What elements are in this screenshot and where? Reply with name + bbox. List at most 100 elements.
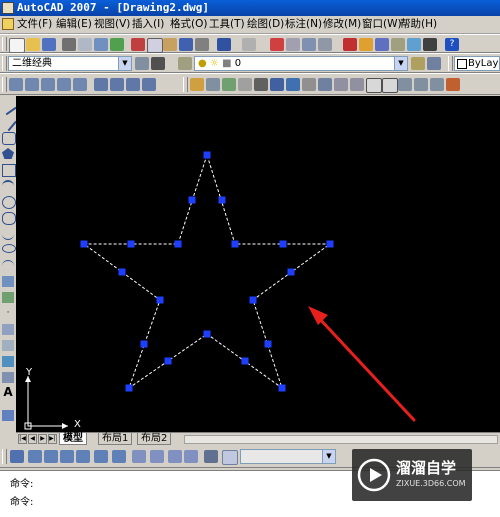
spline-icon[interactable]	[2, 228, 14, 240]
stretch-icon[interactable]	[318, 78, 332, 91]
grip-point[interactable]	[249, 296, 257, 304]
publish-icon[interactable]	[94, 38, 108, 51]
line-icon[interactable]	[0, 97, 17, 116]
menu-window[interactable]: 窗口(W)	[362, 17, 402, 32]
design-center-icon[interactable]	[359, 38, 373, 51]
flat-shaded-icon[interactable]	[60, 450, 74, 463]
zoom-extents-icon[interactable]	[142, 78, 156, 91]
linetype-dropdown[interactable]: ByLayer	[454, 56, 500, 71]
workspace-dropdown[interactable]: 二维经典 ▼	[8, 56, 132, 71]
orbit-icon[interactable]	[222, 450, 238, 465]
explode-icon[interactable]	[446, 78, 460, 91]
grip-point[interactable]	[278, 384, 286, 392]
grip-point[interactable]	[203, 151, 211, 159]
zoom-scale-icon[interactable]	[41, 78, 55, 91]
grip-point[interactable]	[125, 384, 133, 392]
workspace-save-icon[interactable]	[151, 57, 165, 70]
layer-on-icon[interactable]: ●	[198, 58, 207, 69]
chamfer-icon[interactable]	[414, 78, 428, 91]
ellipse-arc-icon[interactable]	[2, 260, 14, 272]
redo-icon[interactable]	[242, 38, 256, 51]
zoom-previous-icon[interactable]	[318, 38, 332, 51]
tab-next-icon[interactable]: ▶	[38, 434, 47, 444]
menu-modify[interactable]: 修改(M)	[323, 17, 361, 32]
chevron-down-icon[interactable]: ▼	[322, 450, 335, 463]
calculator-icon[interactable]	[423, 38, 437, 51]
arc-icon[interactable]	[2, 180, 14, 193]
chevron-down-icon[interactable]: ▼	[118, 57, 131, 70]
grip-point[interactable]	[80, 240, 88, 248]
2d-wireframe-icon[interactable]	[10, 450, 24, 463]
zoom-window-icon[interactable]	[9, 78, 23, 91]
layer-thaw-icon[interactable]: ☼	[210, 58, 219, 69]
camera-icon[interactable]	[204, 450, 218, 463]
menu-view[interactable]: 视图(V)	[94, 17, 130, 32]
grip-point[interactable]	[326, 240, 334, 248]
zoom-in-icon[interactable]	[94, 78, 108, 91]
zoom-dynamic-icon[interactable]	[25, 78, 39, 91]
menu-tools[interactable]: 工具(T)	[209, 17, 245, 32]
pan-icon[interactable]	[270, 38, 284, 51]
polyline-icon[interactable]	[2, 132, 16, 145]
toolbar-grip[interactable]	[2, 37, 7, 51]
scale-icon[interactable]	[302, 78, 316, 91]
sheet-set-icon[interactable]	[391, 38, 405, 51]
layer-previous-icon[interactable]	[427, 57, 441, 70]
hatch-icon[interactable]	[2, 324, 14, 335]
qnew-icon[interactable]	[9, 38, 25, 53]
table-icon[interactable]	[2, 372, 14, 383]
gouraud-edges-icon[interactable]	[112, 450, 126, 463]
revision-cloud-icon[interactable]	[2, 212, 16, 225]
layer-manager-icon[interactable]	[178, 57, 192, 70]
paste-icon[interactable]	[163, 38, 177, 51]
grip-point[interactable]	[231, 240, 239, 248]
make-block-icon[interactable]	[2, 292, 14, 303]
offset-icon[interactable]	[238, 78, 252, 91]
undo-icon[interactable]	[217, 38, 231, 51]
menu-insert[interactable]: 插入(I)	[132, 17, 164, 32]
publish-web-icon[interactable]	[110, 38, 124, 51]
horizontal-scrollbar[interactable]	[184, 435, 498, 444]
match-properties-icon[interactable]	[179, 38, 193, 51]
toolbar-grip[interactable]	[2, 56, 7, 71]
make-object-layer-current-icon[interactable]	[411, 57, 425, 70]
menu-help[interactable]: 帮助(H)	[400, 17, 437, 32]
help-icon[interactable]: ?	[445, 38, 459, 51]
command-prompt[interactable]: 命令:	[10, 497, 33, 509]
drawing-canvas[interactable]: Y X	[16, 96, 500, 432]
extend-icon[interactable]	[350, 78, 364, 91]
break-icon[interactable]	[382, 78, 398, 93]
properties-icon[interactable]	[343, 38, 357, 51]
erase-icon[interactable]	[190, 78, 204, 91]
grip-point[interactable]	[164, 357, 172, 365]
zoom-window-icon[interactable]	[302, 38, 316, 51]
tab-prev-icon[interactable]: ◀	[28, 434, 37, 444]
toolbar-grip[interactable]	[2, 449, 7, 464]
grip-point[interactable]	[174, 240, 182, 248]
copy-object-icon[interactable]	[206, 78, 220, 91]
zoom-center-icon[interactable]	[57, 78, 71, 91]
grip-points[interactable]	[80, 151, 334, 392]
polygon-icon[interactable]	[2, 148, 14, 159]
document-icon[interactable]	[2, 18, 14, 30]
rotate-icon[interactable]	[286, 78, 300, 91]
fillet-icon[interactable]	[430, 78, 444, 91]
region-icon[interactable]	[2, 356, 14, 367]
toolbar-grip[interactable]	[183, 77, 188, 92]
view-front-icon[interactable]	[150, 450, 164, 463]
grip-point[interactable]	[118, 268, 126, 276]
insert-block-icon[interactable]	[2, 276, 14, 287]
grip-point[interactable]	[127, 240, 135, 248]
menu-format[interactable]: 格式(O)	[170, 17, 207, 32]
toolbar-grip[interactable]	[448, 56, 453, 71]
hidden-icon[interactable]	[44, 450, 58, 463]
toolbar-grip[interactable]	[2, 77, 7, 92]
grip-point[interactable]	[241, 357, 249, 365]
view-left-icon[interactable]	[168, 450, 182, 463]
array-icon[interactable]	[254, 78, 268, 91]
mirror-icon[interactable]	[222, 78, 236, 91]
zoom-all-icon[interactable]	[126, 78, 140, 91]
flat-edges-icon[interactable]	[94, 450, 108, 463]
gouraud-shaded-icon[interactable]	[76, 450, 90, 463]
zoom-out-icon[interactable]	[110, 78, 124, 91]
